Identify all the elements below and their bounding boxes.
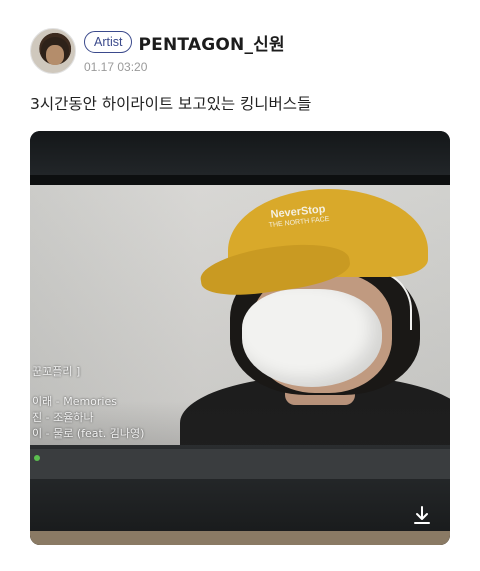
subtitle-line: 꾼꼬플리 ] [32, 365, 81, 378]
subtitle-line: 진 - 조율하나 [32, 411, 94, 424]
download-icon [414, 506, 430, 524]
post-image[interactable]: NeverStop THE NORTH FACE 꾼꼬플리 ] 이래 - Mem… [30, 131, 450, 545]
face-mask [242, 289, 382, 387]
author-row: Artist PENTAGON_신원 [84, 30, 285, 55]
post-timestamp: 01.17 03:20 [84, 60, 148, 74]
author-name[interactable]: PENTAGON_신원 [138, 30, 284, 55]
avatar[interactable] [30, 28, 76, 74]
download-button[interactable] [408, 501, 436, 529]
subtitle-line: 이래 - Memories [32, 395, 117, 408]
post-text: 3시간동안 하이라이트 보고있는 킹니버스들 [30, 95, 312, 113]
artist-badge: Artist [84, 31, 133, 53]
subtitle-line: 이 - 물로 (feat. 김나영) [32, 427, 145, 440]
tv-power-led [34, 455, 40, 461]
post-header: Artist PENTAGON_신원 01.17 03:20 [30, 28, 460, 76]
tv-screen: NeverStop THE NORTH FACE 꾼꼬플리 ] 이래 - Mem… [30, 185, 450, 445]
